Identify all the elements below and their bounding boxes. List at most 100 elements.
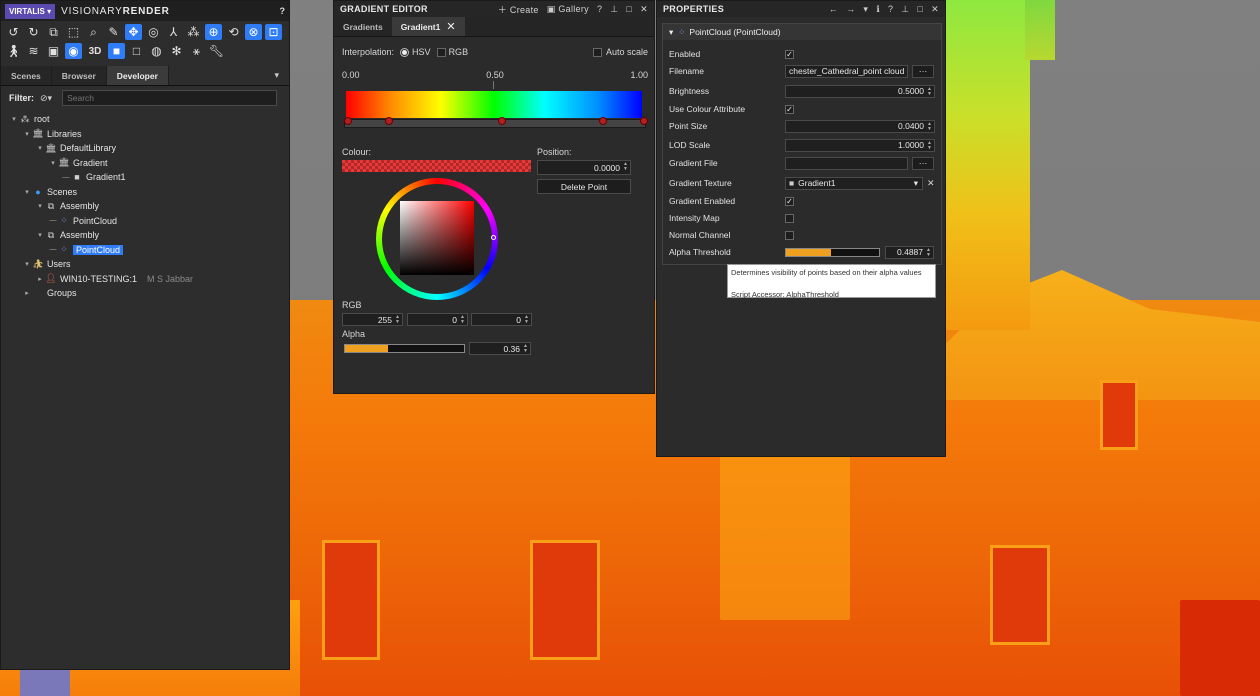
blue-field[interactable]: 0 ▲ ▼ <box>471 313 532 326</box>
help-icon[interactable]: ? <box>888 4 893 14</box>
tree-node[interactable]: ▾ ⛹︎ Users <box>1 257 289 272</box>
tree-node[interactable]: — ⁘ PointCloud <box>1 243 289 258</box>
expand-arrow-icon[interactable]: ▾ <box>9 115 19 123</box>
clear-icon[interactable]: ✕ <box>927 178 935 189</box>
property-checkbox[interactable]: ✓ <box>785 196 794 206</box>
browse-button[interactable]: ··· <box>912 156 934 170</box>
property-checkbox[interactable]: ✓ <box>785 49 794 59</box>
solid-icon[interactable]: ■ <box>108 43 125 59</box>
close-icon[interactable]: ✕ <box>640 4 648 15</box>
undo-icon[interactable]: ↺ <box>5 24 22 40</box>
tree-node[interactable]: ▾ 🏛︎ DefaultLibrary <box>1 141 289 156</box>
create-button[interactable]: ＋ Create <box>498 3 539 16</box>
help-icon[interactable]: ? <box>280 6 286 16</box>
tab-scenes[interactable]: Scenes <box>1 66 52 85</box>
expand-arrow-icon[interactable]: ▾ <box>35 231 45 239</box>
alpha-threshold-field[interactable]: 0.4887 ▲ ▼ <box>885 245 934 259</box>
tree-node[interactable]: ▸ Groups <box>1 286 289 301</box>
tree-node[interactable]: — ■ Gradient1 <box>1 170 289 185</box>
pin-icon[interactable]: ⊥ <box>610 4 618 15</box>
colour-swatch[interactable] <box>342 160 531 172</box>
tree-node[interactable]: — ⁘ PointCloud <box>1 214 289 229</box>
auto-scale-checkbox[interactable] <box>592 47 602 57</box>
snap-icon[interactable]: ⊡ <box>265 24 282 40</box>
alpha-field[interactable]: 0.36 ▲ ▼ <box>469 342 531 355</box>
tree-node[interactable]: ▾ ⧉ Assembly <box>1 199 289 214</box>
tree-node[interactable]: ▸ 👤︎ WIN10-TESTING:1 M S Jabbar <box>1 272 289 287</box>
gradient-preview[interactable] <box>346 91 642 118</box>
property-number-field[interactable]: 0.0400 ▲ ▼ <box>785 119 935 133</box>
group-header[interactable]: ▾ ⁘ PointCloud (PointCloud) <box>663 24 941 40</box>
filter-clear-icon[interactable]: ⊘▾ <box>40 93 52 104</box>
move-icon[interactable]: ✥ <box>125 24 142 40</box>
cog-icon[interactable]: ✻ <box>168 43 185 59</box>
expand-arrow-icon[interactable]: ▾ <box>35 144 45 152</box>
expand-arrow-icon[interactable]: ▾ <box>22 188 32 196</box>
gradient-stop-handle[interactable] <box>497 117 506 125</box>
virtalis-logo[interactable]: VIRTALIS ▾ <box>5 3 56 19</box>
info-icon[interactable]: ℹ <box>876 4 880 15</box>
tree-node[interactable]: ▾ ● Scenes <box>1 185 289 200</box>
pin-icon[interactable]: ⊥ <box>901 4 909 15</box>
property-checkbox[interactable] <box>785 213 794 223</box>
gallery-button[interactable]: ▣ Gallery <box>547 4 589 15</box>
expand-arrow-icon[interactable]: ▸ <box>22 289 32 297</box>
tree-node[interactable]: ▾ ⧉ Assembly <box>1 228 289 243</box>
select-icon[interactable]: ⬚ <box>65 24 82 40</box>
saturation-value-square[interactable] <box>400 201 474 275</box>
search-input[interactable] <box>62 90 278 106</box>
hsv-radio[interactable] <box>400 47 410 57</box>
browse-button[interactable]: ··· <box>912 64 934 78</box>
forward-icon[interactable]: → <box>846 4 855 14</box>
expand-arrow-icon[interactable]: ▾ <box>48 159 58 167</box>
collapse-icon[interactable]: ▾ <box>669 27 673 38</box>
globe-icon[interactable]: ◎ <box>145 24 162 40</box>
edit-icon[interactable]: ✎ <box>105 24 122 40</box>
close-icon[interactable]: ✕ <box>931 4 939 15</box>
delete-point-button[interactable]: Delete Point <box>537 179 631 194</box>
chevron-down-icon[interactable]: ▾ <box>914 178 918 189</box>
gradient-stop-handle[interactable] <box>598 117 607 125</box>
close-tab-icon[interactable]: ✕ <box>446 20 455 33</box>
property-checkbox[interactable]: ✓ <box>785 104 794 114</box>
wrench-icon[interactable]: 🔧︎ <box>208 43 225 59</box>
bulb-icon[interactable]: ◉ <box>65 43 82 59</box>
position-field[interactable]: 0.0000 ▲ ▼ <box>537 160 631 175</box>
alpha-slider[interactable] <box>344 344 465 353</box>
tree-node[interactable]: ▾ 🏛︎ Libraries <box>1 127 289 142</box>
tree-node[interactable]: ▾ 🏛︎ Gradient <box>1 156 289 171</box>
tree-node[interactable]: ▾ ⁂ root <box>1 112 289 127</box>
maximize-icon[interactable]: □ <box>626 4 632 14</box>
property-number-field[interactable]: 0.5000 ▲ ▼ <box>785 84 935 98</box>
zoom-icon[interactable]: ⌕ <box>85 24 102 40</box>
wire-icon[interactable]: □ <box>128 43 145 59</box>
person-icon[interactable]: 🚶︎ <box>5 43 22 59</box>
rgb-radio[interactable] <box>436 47 446 57</box>
gradient-stop-handle[interactable] <box>640 117 648 125</box>
nodes-icon[interactable]: ⁂ <box>185 24 202 40</box>
red-field[interactable]: 255 ▲ ▼ <box>342 313 403 326</box>
tab-gradient1[interactable]: Gradient1 ✕ <box>391 17 465 36</box>
tab-developer[interactable]: Developer <box>106 66 169 85</box>
property-file-field[interactable]: chester_Cathedral_point cloud <box>785 64 908 78</box>
property-checkbox[interactable] <box>785 230 794 240</box>
alpha-threshold-slider[interactable] <box>785 247 880 257</box>
walk-icon[interactable]: ⟲ <box>225 24 242 40</box>
expand-arrow-icon[interactable]: ▾ <box>35 202 45 210</box>
hue-marker[interactable] <box>491 235 496 240</box>
magnet-icon[interactable]: ⊗ <box>245 24 262 40</box>
green-field[interactable]: 0 ▲ ▼ <box>407 313 468 326</box>
image-icon[interactable]: ▣ <box>45 43 62 59</box>
pose-icon[interactable]: ⚹ <box>188 43 205 59</box>
tabs-menu-icon[interactable]: ▾ <box>274 66 289 85</box>
expand-arrow-icon[interactable]: ▾ <box>22 130 32 138</box>
wifi-icon[interactable]: ≋ <box>25 43 42 59</box>
tab-gradients[interactable]: Gradients <box>334 17 392 36</box>
expand-arrow-icon[interactable]: ▾ <box>22 260 32 268</box>
property-file-field[interactable] <box>785 156 908 170</box>
gradient-texture-select[interactable]: ■ Gradient1 ▾ <box>785 176 923 190</box>
gradient-stop-handle[interactable] <box>344 117 352 125</box>
help-icon[interactable]: ? <box>597 4 602 14</box>
orbit-icon[interactable]: ⊕ <box>205 24 222 40</box>
redo-icon[interactable]: ↻ <box>25 24 42 40</box>
